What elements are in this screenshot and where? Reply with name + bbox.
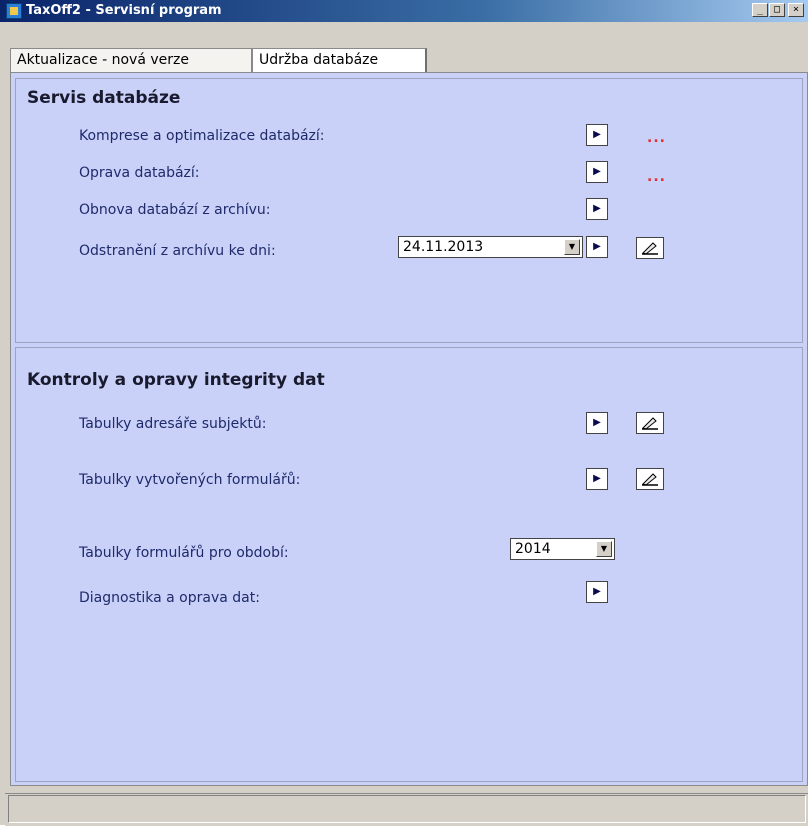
repair-status: ... [647,169,666,185]
run-arrow-icon: ▶ [593,241,601,252]
address-tables-label: Tabulky adresáře subjektů: [79,416,267,432]
db-service-title: Servis databáze [27,88,181,108]
chevron-down-icon[interactable]: ▼ [596,541,612,557]
period-select[interactable]: 2014 ▼ [510,538,615,560]
diagnostics-label: Diagnostika a oprava dat: [79,590,260,606]
repair-run-button[interactable]: ▶ [586,161,608,183]
run-arrow-icon: ▶ [593,586,601,597]
forms-tables-label: Tabulky vytvořených formulářů: [79,472,301,488]
compress-status: ... [647,130,666,146]
chevron-down-icon[interactable]: ▼ [564,239,580,255]
tab-udrzba-databaze[interactable]: Udržba databáze [252,48,427,72]
remove-edit-button[interactable] [636,237,664,259]
diagnostics-run-button[interactable]: ▶ [586,581,608,603]
restore-run-button[interactable]: ▶ [586,198,608,220]
remove-date-value: 24.11.2013 [403,239,484,255]
forms-tables-edit-button[interactable] [636,468,664,490]
address-tables-run-button[interactable]: ▶ [586,412,608,434]
run-arrow-icon: ▶ [593,203,601,214]
integrity-panel [15,347,803,782]
integrity-title: Kontroly a opravy integrity dat [27,370,325,390]
pen-edit-icon [642,242,658,255]
compress-label: Komprese a optimalizace databází: [79,128,325,144]
run-arrow-icon: ▶ [593,417,601,428]
repair-label: Oprava databází: [79,165,200,181]
app-icon [6,3,22,19]
tab-aktualizace[interactable]: Aktualizace - nová verze [10,48,252,72]
remove-run-button[interactable]: ▶ [586,236,608,258]
status-bar-field [8,795,806,823]
remove-label: Odstranění z archívu ke dni: [79,243,276,259]
tab-strip: Aktualizace - nová verze Udržba databáze [10,48,808,72]
maximize-button[interactable]: □ [769,3,785,17]
run-arrow-icon: ▶ [593,473,601,484]
compress-run-button[interactable]: ▶ [586,124,608,146]
window-title: TaxOff2 - Servisní program [26,3,222,18]
run-arrow-icon: ▶ [593,129,601,140]
period-label: Tabulky formulářů pro období: [79,545,289,561]
close-button[interactable]: × [788,3,804,17]
remove-date-select[interactable]: 24.11.2013 ▼ [398,236,583,258]
address-tables-edit-button[interactable] [636,412,664,434]
pen-edit-icon [642,473,658,486]
run-arrow-icon: ▶ [593,166,601,177]
forms-tables-run-button[interactable]: ▶ [586,468,608,490]
pen-edit-icon [642,417,658,430]
period-value: 2014 [515,541,551,557]
restore-label: Obnova databází z archívu: [79,202,271,218]
minimize-button[interactable]: _ [752,3,768,17]
